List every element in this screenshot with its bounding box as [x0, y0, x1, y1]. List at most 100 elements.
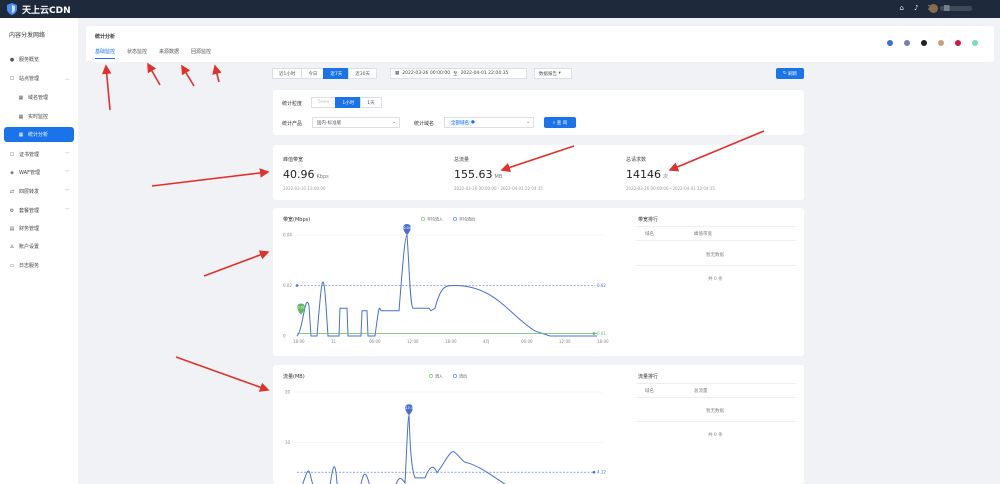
query-button[interactable]: ⌕ 查 询 [544, 117, 576, 128]
theme-dot-tan[interactable] [938, 40, 944, 46]
home-icon[interactable]: ⌂ [900, 4, 904, 13]
bell-icon[interactable]: ♪ [914, 4, 918, 13]
sidebar-item-monitor[interactable]: ▦ 实时监控 [0, 109, 78, 124]
range-today[interactable]: 今日 [301, 68, 325, 79]
total-count: 共 0 条 [708, 277, 723, 282]
y-tick-label: 0.02 [283, 283, 292, 288]
date-range-picker[interactable]: ▦ 2022-03-26 00:00:00 至 2022-04-01 22:04… [390, 68, 527, 79]
annotation-arrow [147, 62, 161, 86]
divider [636, 397, 796, 398]
stat-peak-bandwidth: 峰值带宽 40.96 Kbps 2022-03-31 13:00:00 [283, 157, 329, 191]
sidebar-item-forward[interactable]: ⇄ 四层转发 ﹀ [0, 184, 78, 199]
granularity-1d[interactable]: 1天 [360, 97, 382, 108]
sidebar-item-sites[interactable]: ☐ 站点管理 ︿ [0, 71, 78, 86]
annotation-arrow [203, 250, 270, 277]
annotation-arrow [181, 64, 195, 87]
range-selector: 近1小时 今日 近7天 近30天 [272, 68, 377, 79]
sidebar-item-domains[interactable]: ▦ 域名管理 [0, 90, 78, 105]
annotation-arrow [101, 64, 112, 111]
chevron-down-icon: ⌄ [526, 120, 530, 125]
stat-total-requests: 总请求数 14146 次 2022-03-26 00:00:00 - 2022-0… [626, 157, 715, 191]
empty-text: 暂无数据 [706, 409, 724, 414]
domain-tag: 全部域名 [449, 119, 471, 126]
stat-total-traffic: 总流量 155.63 MB 2022-03-26 00:00:00 - 2022-… [454, 157, 543, 191]
tab-origin[interactable]: 回源监控 [191, 48, 211, 59]
y-tick-label: 10 [285, 440, 291, 445]
rank-col-domain: 域名 [645, 389, 654, 394]
sidebar-item-stats[interactable]: ▦ 统计分析 [4, 127, 74, 142]
markline-label: 0.02 [597, 283, 606, 288]
sidebar-item-finance[interactable]: ▤ 财务管理 [0, 221, 78, 236]
sidebar-item-overview[interactable]: ● 服务概览 [0, 52, 78, 67]
legend-label: 流入 [435, 373, 443, 379]
dot-icon: ● [9, 56, 15, 63]
theme-dot-black[interactable] [921, 40, 927, 46]
domain-select[interactable]: 全部域名 ● ⌄ [444, 117, 534, 128]
product-select[interactable]: 国内-标准版 ⌄ [312, 117, 400, 128]
x-tick-label: 12:00 [407, 339, 419, 344]
x-tick-label: 18:00 [597, 339, 609, 344]
x-tick-label: 12:00 [559, 339, 571, 344]
range-7d[interactable]: 近7天 [323, 68, 350, 79]
sidebar-item-certs[interactable]: ☐ 证书管理 ﹀ [0, 147, 78, 162]
shield-icon: ◈ [10, 169, 14, 176]
theme-dot-red[interactable] [955, 40, 961, 46]
sidebar-item-account[interactable]: ♙ 账户设置 [0, 239, 78, 254]
chevron-down-icon: ﹀ [64, 189, 70, 195]
page-header-card [86, 26, 994, 62]
tab-basic[interactable]: 基础监控 [95, 48, 116, 59]
markline-end [592, 332, 596, 335]
grid-icon: ▦ [18, 94, 24, 101]
series-line-out [302, 414, 506, 484]
bandwidth-rank-title: 带宽排行 [638, 217, 659, 223]
granularity-5min[interactable]: 5min [311, 97, 337, 108]
x-tick-label: 18:00 [293, 339, 305, 344]
caret-down-icon: ▾ [558, 71, 561, 76]
brand[interactable]: 天上云CDN [0, 3, 71, 16]
divider [636, 421, 796, 422]
y-tick-label: 20 [285, 390, 291, 395]
empty-text: 暂无数据 [706, 253, 724, 258]
grid-icon: ▦ [18, 113, 24, 120]
tab-status[interactable]: 状态监控 [127, 48, 147, 59]
finance-icon: ▤ [9, 225, 15, 232]
domain-label: 统计域名 [414, 121, 435, 127]
sidebar-item-packages[interactable]: ⚙ 套餐管理 ﹀ [0, 203, 78, 218]
granularity-group: 5min 1小时 1天 [311, 97, 382, 108]
divider [636, 383, 796, 384]
peak-pin-label: 15.4 [406, 406, 413, 410]
brand-logo-icon [7, 3, 17, 15]
sidebar-item-waf[interactable]: ◈ WAF管理 ﹀ [0, 165, 78, 180]
granularity-1h[interactable]: 1小时 [335, 97, 362, 108]
theme-dot-mint[interactable] [972, 40, 978, 46]
range-30d[interactable]: 近30天 [348, 68, 377, 79]
chevron-down-icon: ⌄ [392, 120, 396, 125]
theme-dot-blue[interactable] [887, 40, 893, 46]
user-name-blurred[interactable] [940, 6, 972, 11]
theme-dot-slate[interactable] [904, 40, 910, 46]
chevron-down-icon: ﹀ [64, 170, 70, 176]
calendar-icon: ▦ [395, 71, 400, 76]
divider [636, 265, 796, 266]
tab-source[interactable]: 来源数据 [159, 48, 179, 59]
x-tick-label: 18:00 [445, 339, 457, 344]
rank-col-domain: 域名 [645, 232, 654, 237]
rank-col-peak: 峰值带宽 [694, 232, 712, 237]
sidebar-item-logs[interactable]: ▭ 日志服务 [0, 258, 78, 273]
product-label: 统计产品 [282, 121, 303, 127]
data-report-dropdown[interactable]: 数据报告 ▾ [534, 68, 572, 79]
tab-bar: 基础监控 状态监控 来源数据 回源监控 [95, 48, 211, 59]
close-icon[interactable]: ● [471, 120, 475, 125]
search-icon: ⌕ [552, 120, 556, 126]
legend-label: 平均流入 [427, 216, 443, 222]
range-1h[interactable]: 近1小时 [272, 68, 303, 79]
refresh-button[interactable]: ↻ 刷新 [776, 68, 804, 79]
legend-label: 流出 [459, 373, 467, 379]
annotation-arrow [212, 64, 222, 83]
markline-label: 4.12 [597, 470, 606, 475]
granularity-label: 统计粒度 [282, 101, 303, 107]
cert-icon: ☐ [9, 151, 15, 158]
avatar[interactable] [929, 4, 938, 13]
page-title: 统计分析 [95, 34, 116, 40]
brand-name: 天上云CDN [22, 5, 71, 16]
